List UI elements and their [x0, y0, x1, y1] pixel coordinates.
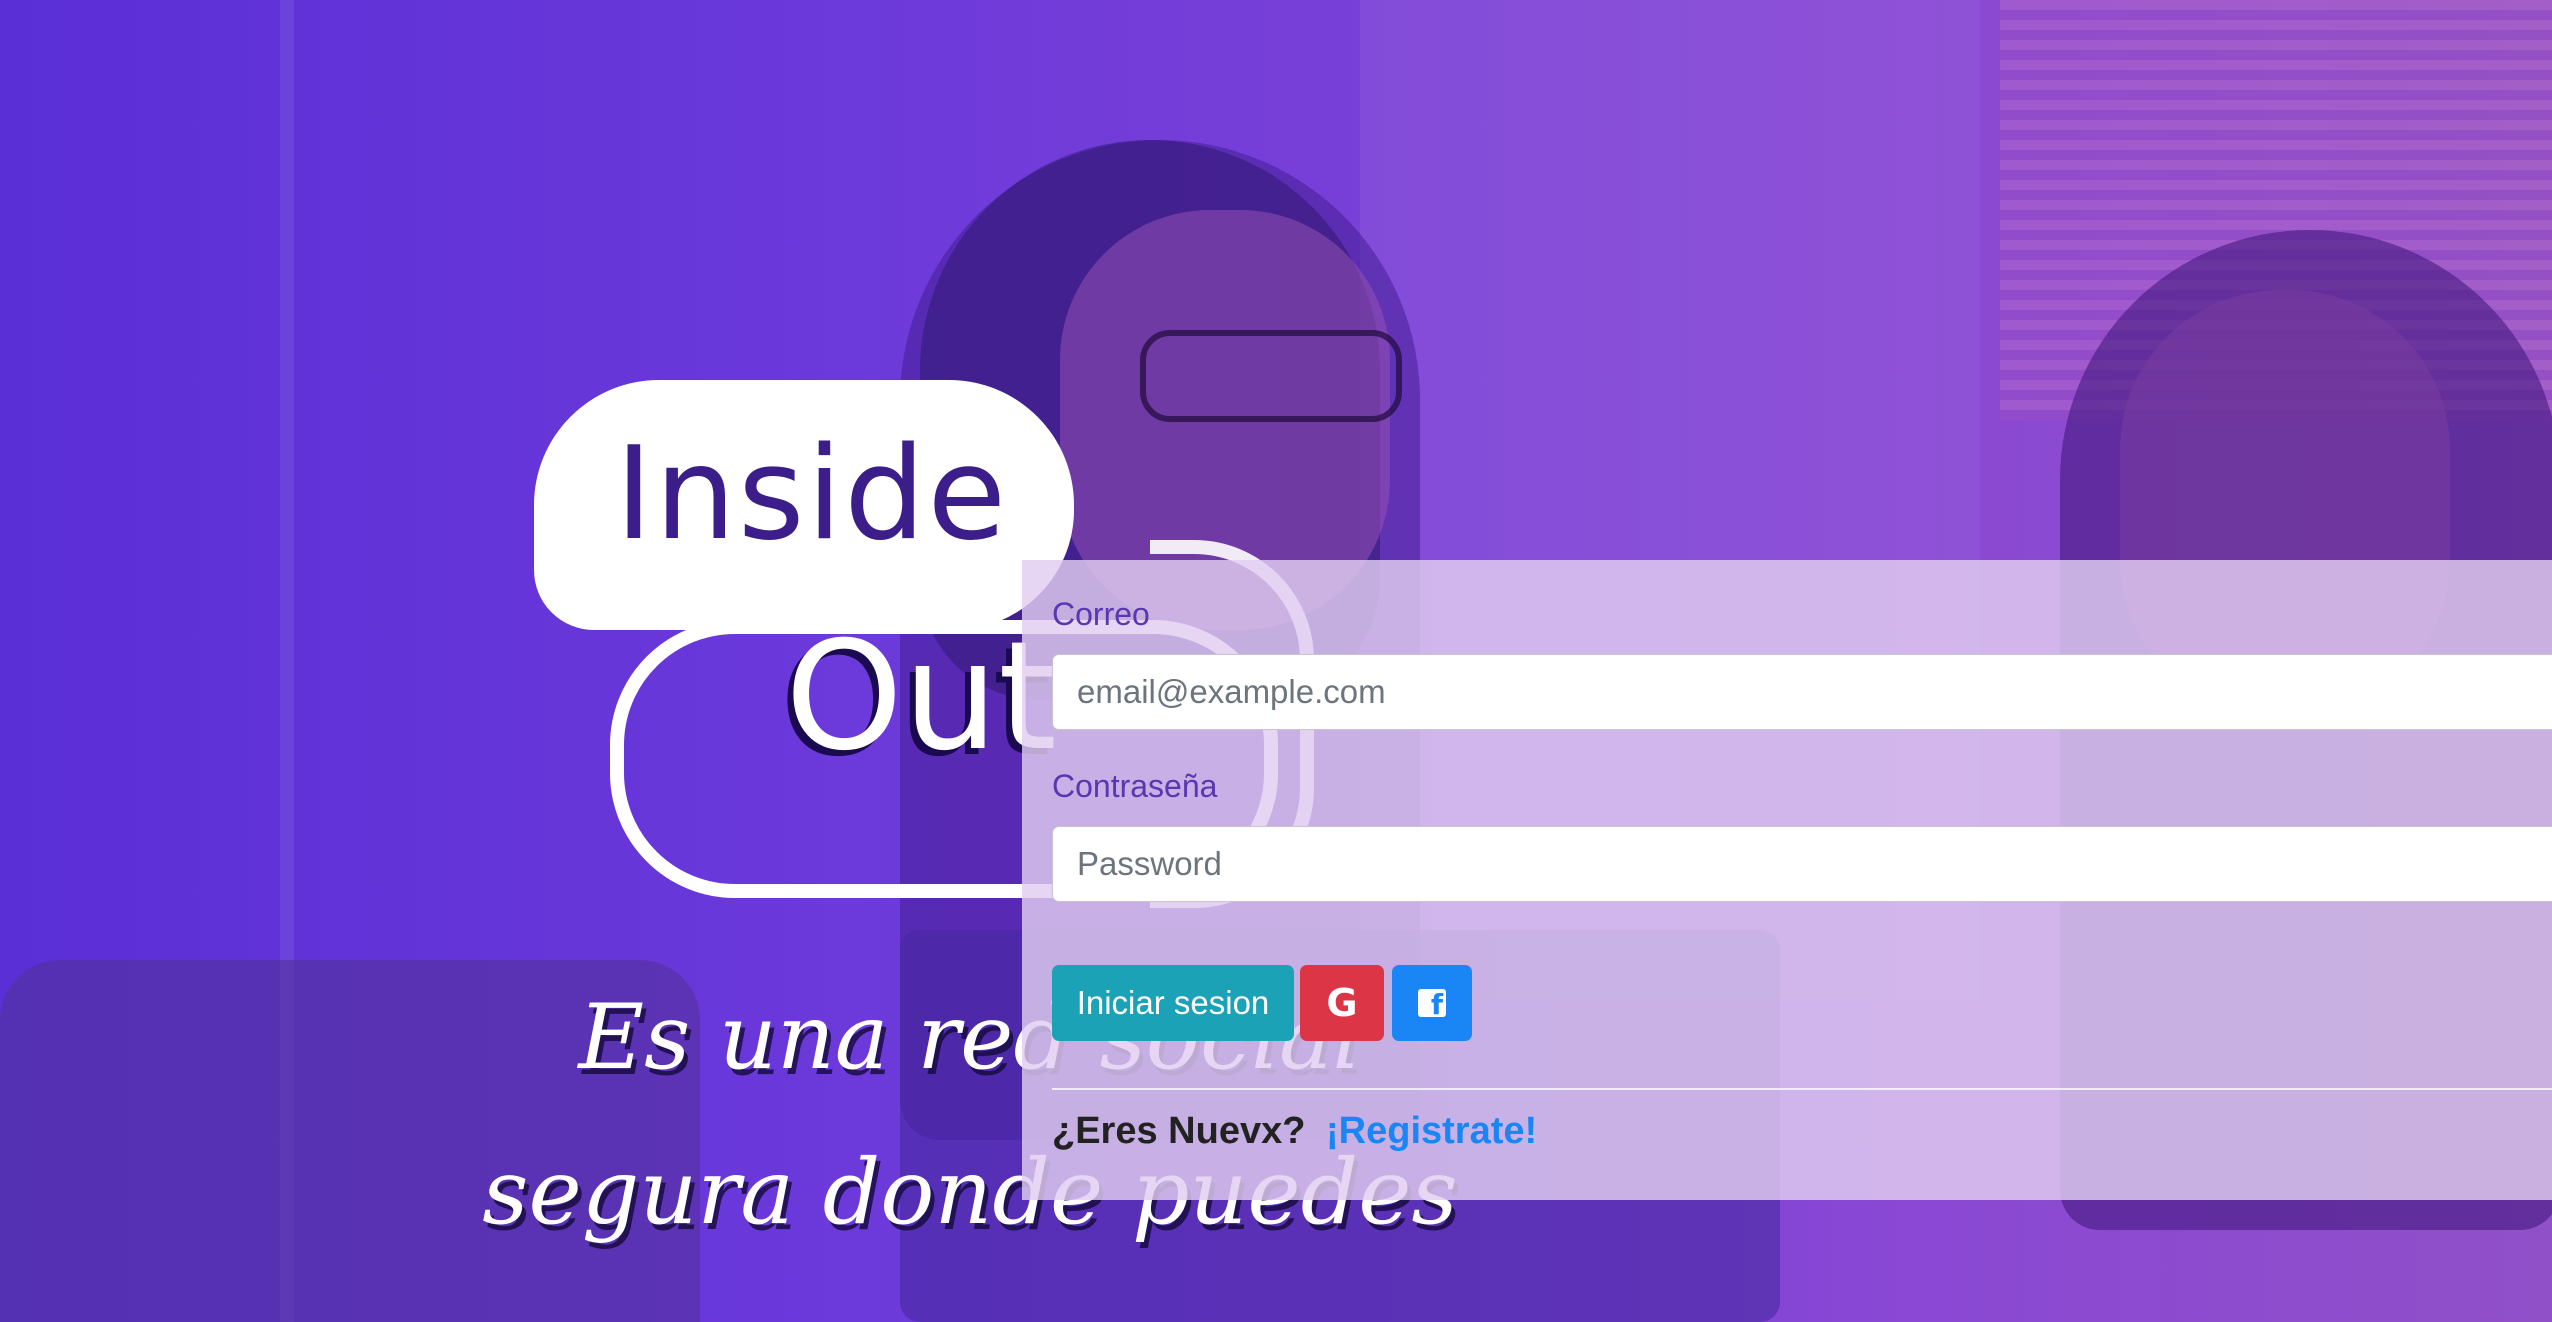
signup-link[interactable]: ¡Registrate!	[1326, 1110, 1537, 1152]
logo-text-out: Out	[785, 610, 1057, 784]
logo-text-inside: Inside	[615, 420, 1009, 569]
facebook-icon: f	[1418, 989, 1446, 1019]
google-icon: G	[1326, 981, 1358, 1025]
facebook-login-button[interactable]: f	[1392, 965, 1472, 1041]
email-field[interactable]	[1052, 654, 2552, 730]
signup-row: ¿Eres Nuevx? ¡Registrate!	[1052, 1110, 1537, 1153]
login-button[interactable]: Iniciar sesion	[1052, 965, 1294, 1041]
divider	[1052, 1088, 2552, 1090]
page: Inside Out Es una red social segura dond…	[0, 0, 2552, 1322]
google-login-button[interactable]: G	[1300, 965, 1384, 1041]
login-panel: Correo Contraseña Iniciar sesion G f ¿Er…	[1022, 560, 2552, 1200]
password-field[interactable]	[1052, 826, 2552, 902]
password-label: Contraseña	[1052, 768, 1218, 804]
email-label: Correo	[1052, 596, 1150, 632]
signup-prompt: ¿Eres Nuevx?	[1052, 1110, 1306, 1152]
